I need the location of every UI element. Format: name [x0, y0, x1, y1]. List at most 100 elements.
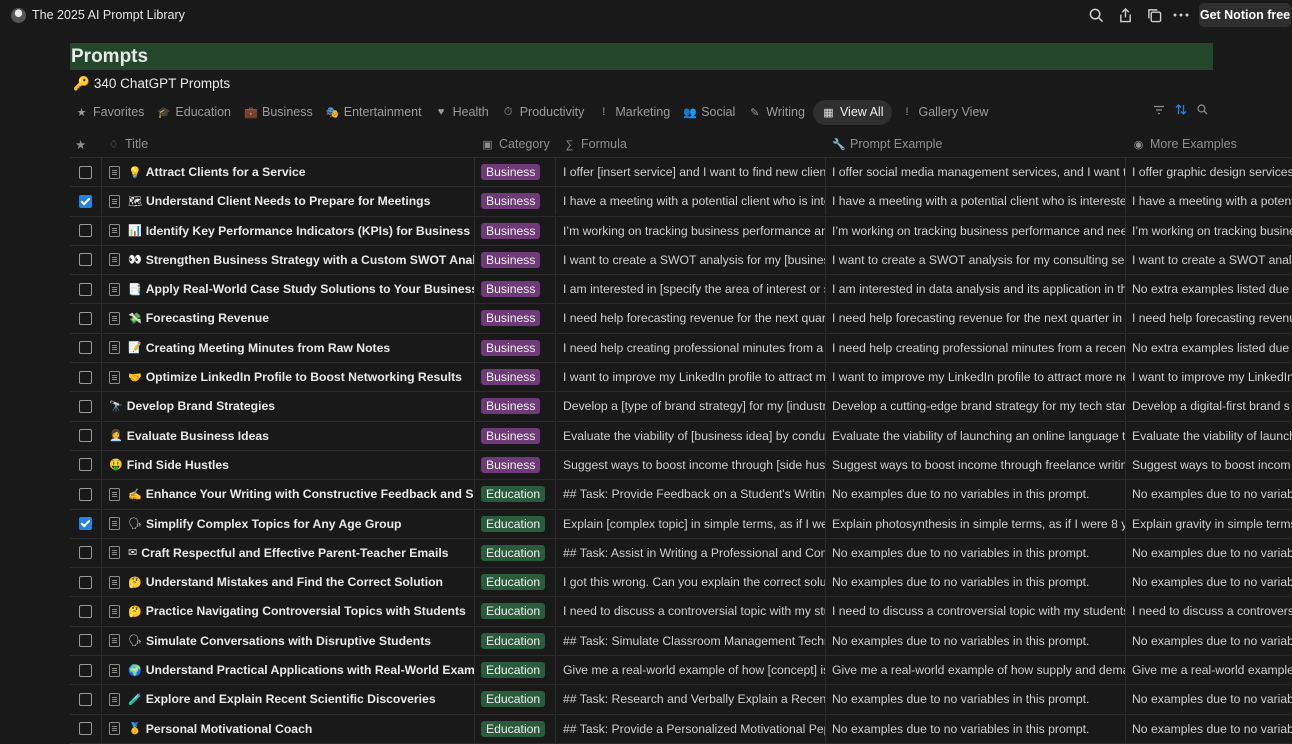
category-cell[interactable]: Education: [475, 480, 556, 509]
title-cell[interactable]: 👀 Strengthen Business Strategy with a Cus…: [101, 245, 475, 274]
more-icon[interactable]: [1172, 6, 1190, 24]
table-row[interactable]: 🔭 Develop Brand Strategies Business Develop…: [70, 392, 1292, 422]
tab-favorites[interactable]: ★ Favorites: [70, 100, 149, 125]
prompt-example-cell[interactable]: I need help forecasting revenue for the …: [826, 304, 1126, 333]
column-title[interactable]: ♢ Title: [107, 137, 149, 151]
star-column-icon[interactable]: ★: [75, 137, 86, 152]
prompt-example-cell[interactable]: No examples due to no variables in this …: [826, 685, 1126, 714]
title-cell[interactable]: ✉ Craft Respectful and Effective Parent-T…: [101, 538, 475, 567]
prompt-example-cell[interactable]: Develop a cutting-edge brand strategy fo…: [826, 392, 1126, 421]
title-cell[interactable]: 🤑 Find Side Hustles: [101, 450, 475, 479]
favorite-checkbox[interactable]: [79, 517, 92, 531]
favorite-checkbox[interactable]: [79, 194, 92, 208]
table-row[interactable]: 🥇 Personal Motivational Coach Education ## …: [70, 714, 1292, 744]
favorite-checkbox[interactable]: [79, 282, 92, 296]
tab-view-all[interactable]: ▦ View All: [812, 99, 893, 125]
formula-cell[interactable]: Explain [complex topic] in simple terms,…: [556, 509, 826, 538]
prompt-example-cell[interactable]: Evaluate the viability of launching an o…: [826, 421, 1126, 450]
prompt-example-cell[interactable]: Give me a real-world example of how supp…: [826, 656, 1126, 685]
column-category[interactable]: ▣ Category: [481, 137, 549, 151]
category-cell[interactable]: Education: [475, 538, 556, 567]
more-examples-cell[interactable]: I need help forecasting revenu: [1126, 304, 1292, 332]
title-cell[interactable]: 🤔 Practice Navigating Controversial Topic…: [101, 597, 475, 626]
title-cell[interactable]: 📝 Creating Meeting Minutes from Raw Notes: [101, 333, 475, 362]
prompt-example-cell[interactable]: I need help creating professional minute…: [826, 333, 1126, 362]
prompt-example-cell[interactable]: No examples due to no variables in this …: [826, 568, 1126, 597]
tab-health[interactable]: ♥ Health: [430, 100, 494, 125]
tab-productivity[interactable]: ⏱ Productivity: [497, 100, 590, 125]
prompt-example-cell[interactable]: Explain photosynthesis in simple terms, …: [826, 509, 1126, 538]
more-examples-cell[interactable]: I have a meeting with a potent: [1126, 187, 1292, 215]
category-cell[interactable]: Education: [475, 656, 556, 685]
more-examples-cell[interactable]: Explain gravity in simple terms: [1126, 510, 1292, 538]
column-formula[interactable]: ∑ Formula: [563, 137, 627, 151]
prompt-example-cell[interactable]: I want to improve my LinkedIn profile to…: [826, 363, 1126, 392]
more-examples-cell[interactable]: No examples due to no variab: [1126, 627, 1292, 655]
title-cell[interactable]: 🔭 Develop Brand Strategies: [101, 392, 475, 421]
prompt-example-cell[interactable]: No examples due to no variables in this …: [826, 480, 1126, 509]
favorite-checkbox[interactable]: [79, 399, 92, 413]
table-row[interactable]: 🤝 Optimize LinkedIn Profile to Boost Netw…: [70, 363, 1292, 393]
favorite-checkbox[interactable]: [79, 692, 92, 706]
more-examples-cell[interactable]: Suggest ways to boost incom: [1126, 451, 1292, 479]
table-row[interactable]: 👩‍💼 Evaluate Business Ideas Business Evalua…: [70, 421, 1292, 451]
more-examples-cell[interactable]: I want to improve my LinkedIn: [1126, 363, 1292, 391]
more-examples-cell[interactable]: I’m working on tracking busine: [1126, 217, 1292, 245]
more-examples-cell[interactable]: No extra examples listed due t: [1126, 334, 1292, 362]
tab-social[interactable]: 👥 Social: [678, 100, 740, 125]
tab-gallery-view[interactable]: ! Gallery View: [895, 100, 993, 125]
more-examples-cell[interactable]: I need to discuss a controvers: [1126, 597, 1292, 625]
more-examples-cell[interactable]: Give me a real-world example: [1126, 656, 1292, 684]
title-cell[interactable]: 👩‍💼 Evaluate Business Ideas: [101, 421, 475, 450]
favorite-checkbox[interactable]: [79, 253, 92, 267]
favorite-checkbox[interactable]: [79, 429, 92, 443]
table-row[interactable]: 💡 Attract Clients for a Service Business I …: [70, 158, 1292, 188]
table-row[interactable]: 🤔 Practice Navigating Controversial Topic…: [70, 597, 1292, 627]
table-row[interactable]: 📝 Creating Meeting Minutes from Raw Notes…: [70, 333, 1292, 364]
table-row[interactable]: 📊 Identify Key Performance Indicators (KP…: [70, 216, 1292, 246]
category-cell[interactable]: Education: [475, 714, 556, 743]
favorite-checkbox[interactable]: [79, 370, 92, 384]
more-examples-cell[interactable]: No examples due to no variab: [1126, 539, 1292, 567]
formula-cell[interactable]: ## Task: Provide a Personalized Motivati…: [556, 714, 826, 743]
share-icon[interactable]: [1116, 6, 1134, 24]
title-cell[interactable]: 🤝 Optimize LinkedIn Profile to Boost Netw…: [101, 363, 475, 392]
more-examples-cell[interactable]: No extra examples listed due t: [1126, 275, 1292, 303]
formula-cell[interactable]: I want to improve my LinkedIn profile to…: [556, 363, 826, 392]
table-row[interactable]: 🗣 Simulate Conversations with Disruptive …: [70, 626, 1292, 657]
formula-cell[interactable]: ## Task: Simulate Classroom Management T…: [556, 626, 826, 655]
favorite-checkbox[interactable]: [79, 546, 92, 560]
category-cell[interactable]: Education: [475, 568, 556, 597]
prompt-example-cell[interactable]: I need to discuss a controversial topic …: [826, 597, 1126, 626]
formula-cell[interactable]: I need help creating professional minute…: [556, 333, 826, 362]
formula-cell[interactable]: Evaluate the viability of [business idea…: [556, 421, 826, 450]
sort-icon[interactable]: [1175, 104, 1187, 118]
title-cell[interactable]: 📑 Apply Real-World Case Study Solutions t…: [101, 275, 475, 304]
title-cell[interactable]: 🌍 Understand Practical Applications with …: [101, 656, 475, 685]
formula-cell[interactable]: Develop a [type of brand strategy] for m…: [556, 392, 826, 421]
favorite-checkbox[interactable]: [79, 575, 92, 589]
category-cell[interactable]: Business: [475, 392, 556, 421]
title-cell[interactable]: 🗣 Simplify Complex Topics for Any Age Gro…: [101, 509, 475, 538]
formula-cell[interactable]: I have a meeting with a potential client…: [556, 187, 826, 216]
category-cell[interactable]: Business: [475, 245, 556, 274]
favorite-checkbox[interactable]: [79, 458, 92, 472]
table-row[interactable]: 🤑 Find Side Hustles Business Suggest ways t…: [70, 450, 1292, 481]
category-cell[interactable]: Education: [475, 685, 556, 714]
table-row[interactable]: 🌍 Understand Practical Applications with …: [70, 656, 1292, 686]
column-more-examples[interactable]: ◉ More Examples: [1132, 137, 1237, 151]
favorite-checkbox[interactable]: [79, 224, 92, 238]
category-cell[interactable]: Business: [475, 304, 556, 333]
table-row[interactable]: 🗺 Understand Client Needs to Prepare for …: [70, 187, 1292, 217]
favorite-checkbox[interactable]: [79, 165, 92, 179]
table-row[interactable]: 📑 Apply Real-World Case Study Solutions t…: [70, 275, 1292, 305]
title-cell[interactable]: 🧪 Explore and Explain Recent Scientific D…: [101, 685, 475, 714]
category-cell[interactable]: Business: [475, 363, 556, 392]
column-prompt-example[interactable]: 🔧 Prompt Example: [832, 137, 942, 151]
table-row[interactable]: ✉ Craft Respectful and Effective Parent-T…: [70, 538, 1292, 569]
category-cell[interactable]: Business: [475, 216, 556, 245]
category-cell[interactable]: Education: [475, 509, 556, 538]
favorite-checkbox[interactable]: [79, 341, 92, 355]
prompt-example-cell[interactable]: I am interested in data analysis and its…: [826, 275, 1126, 304]
favorite-checkbox[interactable]: [79, 663, 92, 677]
